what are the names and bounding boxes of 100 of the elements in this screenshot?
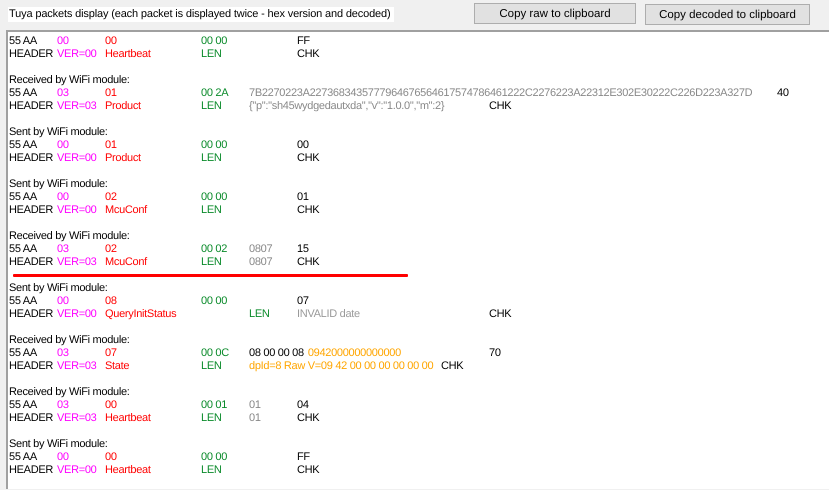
payload-text: 0807	[249, 243, 272, 255]
command-text: Heartbeat	[105, 412, 151, 424]
payload-text: 01	[249, 399, 261, 411]
header-text: HEADER	[9, 464, 54, 476]
version-text: 00	[57, 295, 69, 307]
header-text: HEADER	[9, 360, 54, 372]
length-text: LEN	[201, 256, 222, 268]
checksum-text: CHK	[297, 464, 320, 476]
version-text: VER=03	[57, 100, 96, 112]
checksum-text: CHK	[489, 100, 512, 112]
checksum-text: CHK	[489, 308, 512, 320]
direction-label: Received by WiFi module:	[9, 386, 130, 399]
payload-text: {"p":"sh45wydgedautxda","v":"1.0.0","m":2}	[249, 100, 444, 112]
direction-label: Sent by WiFi module:	[9, 438, 108, 451]
version-text: 03	[57, 347, 69, 359]
length-text: LEN	[201, 100, 222, 112]
direction-label: Sent by WiFi module:	[9, 282, 108, 295]
version-text: VER=03	[57, 360, 96, 372]
direction-label: Sent by WiFi module:	[9, 178, 108, 191]
direction-label: Received by WiFi module:	[9, 230, 130, 243]
command-text: 01	[105, 139, 117, 151]
command-text: State	[105, 360, 130, 372]
version-text: 00	[57, 191, 69, 203]
length-text: LEN	[201, 152, 222, 164]
header-text: HEADER	[9, 256, 54, 268]
header-text: HEADER	[9, 152, 54, 164]
length-text: 00 00	[201, 35, 228, 47]
length-text: LEN	[201, 464, 222, 476]
length-text: 00 0C	[201, 347, 229, 359]
length-text: 00 02	[201, 243, 228, 255]
direction-label: Received by WiFi module:	[9, 334, 130, 347]
header-text: HEADER	[9, 48, 54, 60]
header-text: 55 AA	[9, 451, 37, 463]
datapoint-value-text: dpId=8 Raw V=09 42 00 00 00 00 00 00	[249, 360, 434, 372]
checksum-text: CHK	[297, 48, 320, 60]
version-text: VER=00	[57, 204, 96, 216]
header-text: 55 AA	[9, 35, 37, 47]
header-text: HEADER	[9, 100, 54, 112]
payload-text: 01	[249, 412, 261, 424]
command-text: McuConf	[105, 204, 147, 216]
header-text: 55 AA	[9, 87, 37, 99]
checksum-text: CHK	[297, 152, 320, 164]
length-text: 00 01	[201, 399, 228, 411]
header-text: 55 AA	[9, 243, 37, 255]
copy-raw-button[interactable]: Copy raw to clipboard	[474, 3, 636, 24]
status-text: INVALID date	[297, 308, 360, 320]
version-text: 03	[57, 87, 69, 99]
header-text: 55 AA	[9, 399, 37, 411]
command-text: 00	[105, 451, 117, 463]
version-text: VER=03	[57, 412, 96, 424]
command-text: 00	[105, 399, 117, 411]
version-text: VER=00	[57, 464, 96, 476]
checksum-text: 40	[777, 87, 789, 99]
command-text: Heartbeat	[105, 464, 151, 476]
checksum-text: FF	[297, 35, 310, 47]
checksum-text: 00	[297, 139, 309, 151]
checksum-text: 04	[297, 399, 309, 411]
checksum-text: 01	[297, 191, 309, 203]
checksum-text: CHK	[441, 360, 464, 372]
length-text: 00 00	[201, 191, 228, 203]
version-text: VER=00	[57, 48, 96, 60]
checksum-text: CHK	[297, 256, 320, 268]
header-text: HEADER	[9, 412, 54, 424]
datapoint-value-text: 0942000000000000	[308, 347, 401, 359]
payload-text: 7B2270223A2273683435777964676564617574786461222C2276223A22312E302E30222C226D223A327D	[249, 87, 752, 99]
panel-title: Tuya packets display (each packet is displayed twice - hex version and decoded)	[8, 7, 394, 22]
length-text: 00 2A	[201, 87, 228, 99]
version-text: 00	[57, 139, 69, 151]
header-text: HEADER	[9, 204, 54, 216]
direction-label: Sent by WiFi module:	[9, 126, 108, 139]
version-text: VER=03	[57, 256, 96, 268]
header-text: HEADER	[9, 308, 54, 320]
length-text: LEN	[201, 204, 222, 216]
command-text: 00	[105, 35, 117, 47]
version-text: VER=00	[57, 152, 96, 164]
copy-decoded-button[interactable]: Copy decoded to clipboard	[645, 4, 810, 25]
length-text: LEN	[201, 412, 222, 424]
command-text: 07	[105, 347, 117, 359]
checksum-text: CHK	[297, 204, 320, 216]
length-text: LEN	[201, 360, 222, 372]
command-text: QueryInitStatus	[105, 308, 176, 320]
command-text: Heartbeat	[105, 48, 151, 60]
command-text: Product	[105, 152, 141, 164]
length-text: LEN	[201, 48, 222, 60]
header-text: 55 AA	[9, 139, 37, 151]
command-text: 08	[105, 295, 117, 307]
length-text: 00 00	[201, 295, 228, 307]
checksum-text: 07	[297, 295, 309, 307]
header-text: 55 AA	[9, 347, 37, 359]
version-text: 00	[57, 451, 69, 463]
length-text: 00 00	[201, 451, 228, 463]
version-text: 03	[57, 399, 69, 411]
command-text: McuConf	[105, 256, 147, 268]
length-text: LEN	[249, 308, 270, 320]
header-text: 55 AA	[9, 295, 37, 307]
checksum-text: 15	[297, 243, 309, 255]
checksum-text: CHK	[297, 412, 320, 424]
header-text: 55 AA	[9, 191, 37, 203]
command-text: 01	[105, 87, 117, 99]
command-text: Product	[105, 100, 141, 112]
